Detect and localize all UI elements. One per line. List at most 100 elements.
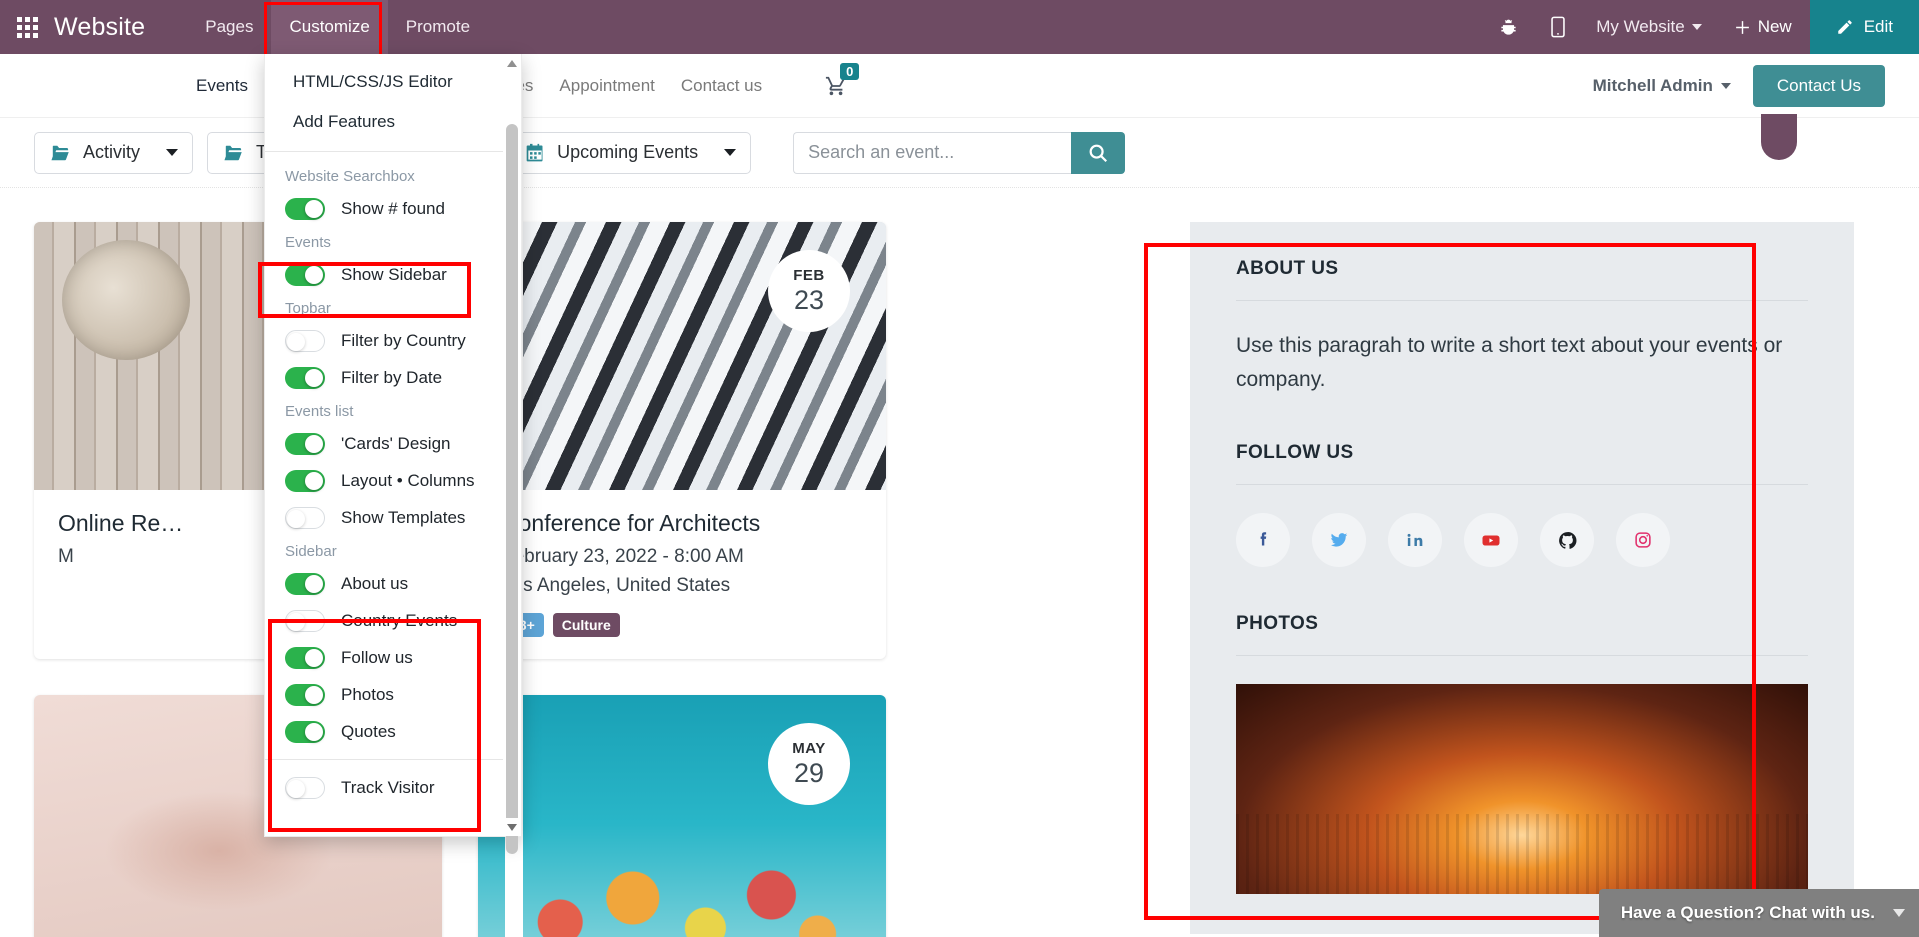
topbar-menu-customize[interactable]: Customize: [271, 0, 388, 54]
event-card[interactable]: MAY 29: [478, 695, 886, 937]
search-input[interactable]: [793, 131, 1072, 174]
toggle-filter-by-date-label: Filter by Date: [341, 367, 443, 387]
toggle-switch-icon[interactable]: [285, 469, 325, 492]
menu-item-html-css-js-editor[interactable]: HTML/CSS/JS Editor: [265, 62, 503, 102]
toggle-quotes-label: Quotes: [341, 721, 396, 741]
app-brand-title: Website: [54, 12, 146, 41]
toggle-filter-by-date[interactable]: Filter by Date: [265, 359, 503, 396]
cart-button[interactable]: 0: [824, 62, 860, 97]
website-selector[interactable]: My Website: [1582, 0, 1716, 54]
toggle-cards-design[interactable]: 'Cards' Design: [265, 425, 503, 462]
event-month: FEB: [793, 267, 825, 284]
sidebar-photo[interactable]: [1236, 684, 1808, 895]
event-card-body: Conference for Architects February 23, 2…: [478, 490, 886, 659]
event-date-badge: FEB 23: [768, 250, 850, 332]
edit-button[interactable]: Edit: [1809, 0, 1919, 54]
toggle-track-visitor[interactable]: Track Visitor: [265, 769, 503, 806]
menu-item-add-features[interactable]: Add Features: [265, 102, 503, 142]
scroll-down-arrow-icon[interactable]: [503, 818, 521, 836]
toggle-show-found-label: Show # found: [341, 198, 445, 218]
filter-date-dropdown[interactable]: Upcoming Events: [510, 131, 752, 174]
toggle-switch-icon[interactable]: [285, 432, 325, 455]
toggle-follow-us[interactable]: Follow us: [265, 639, 503, 676]
chat-widget-label: Have a Question? Chat with us.: [1620, 903, 1875, 922]
toggle-switch-icon[interactable]: [285, 572, 325, 595]
toggle-switch-icon[interactable]: [285, 197, 325, 220]
user-menu[interactable]: Mitchell Admin: [1593, 76, 1731, 96]
event-day: 29: [793, 758, 825, 788]
folder-icon: [222, 144, 244, 162]
chevron-down-icon: [1691, 24, 1702, 30]
toggle-follow-us-label: Follow us: [341, 647, 413, 667]
toggle-photos-label: Photos: [341, 684, 394, 704]
event-title[interactable]: Conference for Architects: [502, 510, 862, 537]
event-card[interactable]: FEB 23 Conference for Architects Februar…: [478, 222, 886, 659]
instagram-icon[interactable]: [1616, 513, 1670, 568]
toggle-switch-icon[interactable]: [285, 263, 325, 286]
nav-link-events[interactable]: Events: [196, 76, 248, 96]
chevron-down-icon: [1720, 82, 1731, 89]
calendar-icon: [525, 143, 545, 163]
linkedin-icon[interactable]: [1388, 513, 1442, 568]
toggle-switch-icon[interactable]: [285, 366, 325, 389]
topbar-right-group: My Website New Edit: [1483, 0, 1919, 54]
toggle-photos[interactable]: Photos: [265, 676, 503, 713]
follow-us-heading: FOLLOW US: [1236, 442, 1808, 486]
toggle-country-events-label: Country Events: [341, 610, 458, 630]
chat-widget-button[interactable]: Have a Question? Chat with us.: [1598, 889, 1919, 937]
toggle-switch-icon[interactable]: [285, 776, 325, 799]
scroll-up-arrow-icon[interactable]: [503, 54, 521, 72]
toggle-show-sidebar[interactable]: Show Sidebar: [265, 256, 503, 293]
social-links: [1236, 513, 1808, 568]
dropdown-scrollbar[interactable]: [503, 54, 521, 854]
nav-link-appointment[interactable]: Appointment: [559, 76, 654, 96]
customize-dropdown-scroll-area: HTML/CSS/JS Editor Add Features Website …: [265, 54, 503, 836]
github-icon[interactable]: [1540, 513, 1594, 568]
youtube-icon[interactable]: [1464, 513, 1518, 568]
nav-link-contact-us[interactable]: Contact us: [681, 76, 762, 96]
toggle-show-templates[interactable]: Show Templates: [265, 499, 503, 536]
twitter-icon[interactable]: [1312, 513, 1366, 568]
group-label-events-list: Events list: [285, 403, 354, 420]
topbar-menu-promote[interactable]: Promote: [388, 0, 488, 54]
event-image: FEB 23: [478, 222, 886, 490]
chevron-down-icon: [1893, 909, 1905, 917]
filter-activity-dropdown[interactable]: Activity: [34, 131, 194, 174]
toggle-switch-icon[interactable]: [285, 683, 325, 706]
facebook-icon[interactable]: [1236, 513, 1290, 568]
new-button[interactable]: New: [1716, 0, 1810, 54]
toggle-country-events[interactable]: Country Events: [265, 602, 503, 639]
toggle-switch-icon[interactable]: [285, 506, 325, 529]
event-tag-type[interactable]: Culture: [552, 613, 620, 637]
about-us-text: Use this paragrah to write a short text …: [1236, 334, 1783, 391]
toggle-about-us[interactable]: About us: [265, 565, 503, 602]
toggle-switch-icon[interactable]: [285, 720, 325, 743]
dropdown-scrollbar-thumb[interactable]: [506, 124, 518, 854]
event-datetime: February 23, 2022 - 8:00 AM: [502, 546, 744, 567]
website-sidebar-panel: ABOUT US Use this paragrah to write a sh…: [1190, 222, 1854, 935]
user-menu-label: Mitchell Admin: [1592, 75, 1713, 95]
toggle-layout-columns[interactable]: Layout • Columns: [265, 462, 503, 499]
toggle-switch-icon[interactable]: [285, 329, 325, 352]
contact-us-button[interactable]: Contact Us: [1752, 64, 1885, 107]
group-label-sidebar: Sidebar: [285, 543, 337, 560]
topbar-menu-pages[interactable]: Pages: [187, 0, 271, 54]
bug-icon[interactable]: [1483, 0, 1534, 54]
about-us-heading: ABOUT US: [1236, 258, 1808, 301]
event-date-badge: MAY 29: [768, 723, 850, 805]
mobile-preview-icon[interactable]: [1534, 0, 1582, 54]
pencil-icon: [1837, 20, 1852, 34]
website-logo[interactable]: [34, 69, 154, 103]
cart-count-badge: 0: [840, 62, 860, 80]
toggle-quotes[interactable]: Quotes: [265, 713, 503, 750]
nav-decoration-blob: [1761, 114, 1797, 160]
toggle-show-found[interactable]: Show # found: [265, 190, 503, 227]
toggle-switch-icon[interactable]: [285, 646, 325, 669]
toggle-filter-by-country[interactable]: Filter by Country: [265, 322, 503, 359]
events-grid: FEB 17 Online Re… M FEB: [34, 222, 1134, 937]
event-location: Los Angeles, United States: [502, 574, 731, 596]
search-submit-button[interactable]: [1071, 131, 1126, 174]
toggle-switch-icon[interactable]: [285, 609, 325, 632]
group-label-topbar: Topbar: [285, 300, 331, 317]
apps-grid-icon[interactable]: [0, 0, 54, 54]
